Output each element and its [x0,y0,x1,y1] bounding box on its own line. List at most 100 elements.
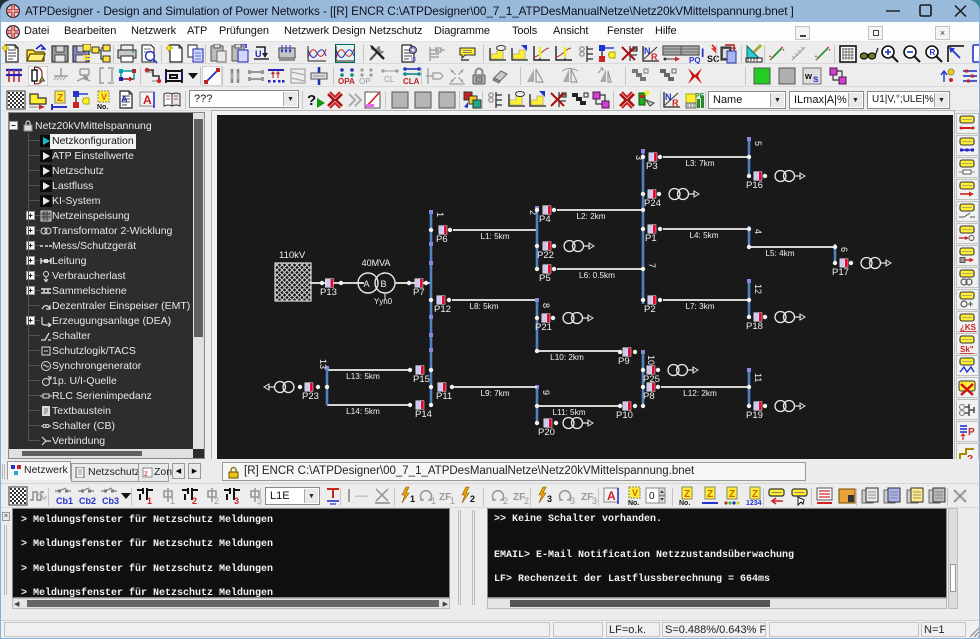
svg-text:P20: P20 [538,427,555,438]
svg-text:10: 10 [646,355,656,365]
svg-text:PQ: PQ [689,56,700,64]
svg-text:3: 3 [234,496,239,506]
svg-text:Z: Z [729,489,735,500]
svg-text:2: 2 [214,496,219,506]
svg-text:Z: Z [752,489,758,500]
svg-text:1: 1 [450,496,455,506]
svg-text:L12: 2km: L12: 2km [683,389,717,398]
svg-text:7: 7 [647,263,657,268]
svg-text:L9: 7km: L9: 7km [480,389,509,398]
svg-text:P3: P3 [646,161,658,172]
svg-text:No.: No. [679,500,690,506]
svg-text:L11: 5km: L11: 5km [552,408,585,417]
svg-text:3: 3 [570,496,575,506]
svg-text:P12: P12 [434,304,451,315]
svg-text:1234: 1234 [746,500,762,506]
svg-text:OP: OP [359,77,371,86]
svg-text:A: A [607,489,616,503]
svg-text:Cb1: Cb1 [56,496,73,506]
svg-text:P1: P1 [645,233,657,244]
svg-text:6: 6 [839,247,849,252]
svg-text:?: ? [307,92,316,109]
svg-text:P4: P4 [539,214,551,225]
svg-text:3: 3 [592,496,597,506]
svg-text:P8: P8 [643,391,655,402]
svg-text:L3: 7km: L3: 7km [685,159,714,168]
svg-text:P5: P5 [539,273,551,284]
svg-text:No.: No. [97,104,108,110]
svg-text:0: 0 [649,491,655,502]
svg-text:1: 1 [431,496,436,506]
svg-text:P15: P15 [413,374,430,385]
svg-text:z: z [144,469,148,478]
svg-text:11: 11 [753,373,763,382]
svg-text:Z: Z [57,93,63,104]
svg-text:Cb3: Cb3 [102,496,119,506]
svg-text:P: P [968,427,975,438]
svg-text:40MVA: 40MVA [362,258,391,268]
svg-text:L6: 0.5km: L6: 0.5km [579,271,615,280]
svg-text:B: B [381,279,387,289]
svg-text:L10: 2km: L10: 2km [550,353,584,362]
svg-text:8: 8 [541,303,551,308]
svg-text:----: ---- [355,491,368,502]
svg-text:1: 1 [147,496,152,506]
svg-text:L7: 3km: L7: 3km [685,302,714,311]
svg-text:2: 2 [503,496,508,506]
svg-text:w: w [804,71,813,81]
svg-text:5: 5 [753,141,763,146]
svg-text:OPA: OPA [338,77,355,86]
svg-text:P6: P6 [436,234,448,245]
svg-text:V: V [632,488,638,498]
svg-text:L2: 2km: L2: 2km [576,212,605,221]
svg-text:1: 1 [410,494,415,504]
svg-text:s: s [813,74,819,85]
svg-text:2: 2 [524,496,529,506]
svg-text:3: 3 [547,494,552,504]
svg-text:9: 9 [541,390,551,395]
svg-text:Yyn0: Yyn0 [374,297,393,306]
svg-text:P18: P18 [746,321,763,332]
svg-text:P24: P24 [644,198,661,209]
svg-text:L8: 5km: L8: 5km [469,302,498,311]
svg-text:A: A [121,94,128,104]
svg-text:P17: P17 [832,267,849,278]
svg-text:P11: P11 [436,391,452,402]
svg-text:Sk": Sk" [960,345,974,354]
svg-text:P2: P2 [644,304,656,315]
svg-text:P10: P10 [616,410,633,421]
svg-text:L1: 5km: L1: 5km [480,232,509,241]
svg-text:P23: P23 [302,391,319,402]
svg-text:R: R [930,48,936,57]
svg-text:13: 13 [318,359,328,369]
svg-text:U: U [255,49,262,59]
svg-text:R: R [651,52,658,62]
svg-text:2: 2 [470,494,475,504]
svg-text:R: R [672,98,679,108]
svg-text:L5: 4km: L5: 4km [765,249,794,258]
svg-text:P14: P14 [415,409,432,420]
svg-text:P21: P21 [535,322,552,333]
svg-text:L14: 5km: L14: 5km [346,407,380,416]
svg-text:P7: P7 [413,287,425,298]
svg-text:I: I [701,46,704,60]
svg-text:110kV: 110kV [279,250,306,261]
svg-text:¿KS: ¿KS [960,323,977,332]
svg-text:A: A [143,93,152,107]
svg-text:4: 4 [753,229,763,234]
svg-text:CL: CL [384,75,395,84]
svg-text:1: 1 [435,212,445,217]
svg-text:P19: P19 [746,410,763,421]
svg-text:12: 12 [753,284,763,294]
svg-text:P9: P9 [618,356,630,367]
svg-text:P16: P16 [746,180,763,191]
svg-text:1: 1 [170,496,175,506]
svg-text:2: 2 [192,496,197,506]
svg-text:CLA: CLA [403,77,420,86]
svg-text:Cb2: Cb2 [79,496,96,506]
svg-text:A: A [364,279,370,289]
svg-text:No.: No. [628,500,639,506]
svg-text:V: V [101,92,107,102]
svg-text:P22: P22 [537,250,554,261]
svg-text:Z: Z [684,489,690,500]
